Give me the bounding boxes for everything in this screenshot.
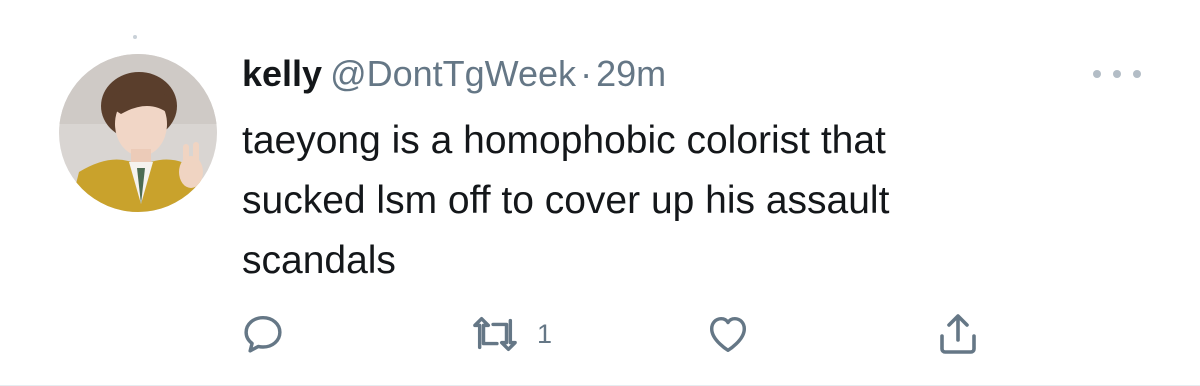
retweet-count: 1 — [537, 318, 553, 349]
ellipsis-icon-dot — [1133, 70, 1141, 78]
avatar[interactable] — [59, 54, 217, 212]
retweet-button[interactable]: 1 — [467, 306, 552, 362]
like-button[interactable] — [704, 306, 752, 362]
avatar-image — [59, 54, 217, 212]
share-upload-icon — [940, 314, 976, 354]
ellipsis-icon — [1093, 70, 1101, 78]
thread-indicator-dot — [133, 35, 137, 39]
timestamp[interactable]: 29m — [596, 53, 666, 94]
share-button[interactable] — [934, 306, 982, 362]
retweet-icon — [473, 316, 517, 352]
tweet-text: taeyong is a homophobic colorist that su… — [242, 119, 890, 282]
tweet-header: kelly @DontTgWeek · 29m — [242, 48, 666, 108]
ellipsis-icon-dot — [1113, 70, 1121, 78]
tweet-card[interactable]: kelly @DontTgWeek · 29m taeyong is a homoph… — [0, 0, 1200, 386]
comment-bubble-icon — [244, 315, 282, 353]
reply-button[interactable] — [240, 306, 286, 362]
display-name[interactable]: kelly — [242, 53, 322, 94]
header-separator: · — [580, 53, 593, 94]
heart-icon — [709, 316, 747, 353]
user-handle[interactable]: @DontTgWeek — [330, 53, 576, 94]
more-options-button[interactable] — [1093, 64, 1141, 84]
